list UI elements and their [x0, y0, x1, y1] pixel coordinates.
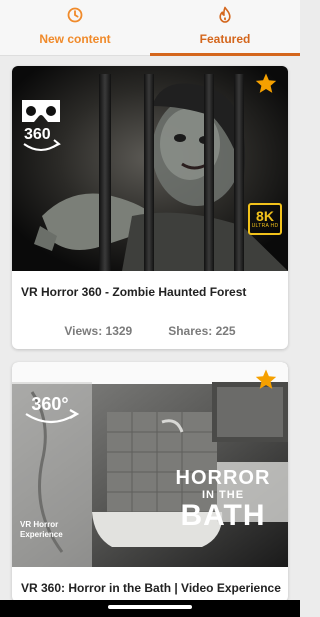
- tab-bar: New content Featured: [0, 0, 300, 56]
- poster-caption-line-1: VR Horror: [20, 520, 59, 529]
- vr-360-label: 360: [24, 126, 51, 143]
- flame-icon: [219, 6, 231, 23]
- poster-caption: VR Horror Experience: [20, 520, 63, 540]
- clock-icon: [67, 7, 83, 23]
- tab-featured[interactable]: Featured: [150, 0, 300, 56]
- poster-line-1: HORROR: [175, 467, 271, 489]
- badge-8k-label: 8K: [256, 207, 274, 224]
- video-card[interactable]: 360 8K ULTRA HD VR Horror 360 - Zombie H…: [12, 66, 288, 349]
- video-thumbnail[interactable]: 360° HORROR IN THE BATH VR Horror Experi…: [12, 362, 288, 567]
- poster-caption-line-2: Experience: [20, 530, 63, 539]
- vr-360-badge: 360: [18, 96, 64, 167]
- video-card[interactable]: 360° HORROR IN THE BATH VR Horror Experi…: [12, 362, 288, 602]
- tab-label: Featured: [199, 32, 251, 46]
- home-indicator[interactable]: [108, 605, 192, 609]
- featured-star-icon: [255, 369, 277, 389]
- poster-360-label: 360°: [31, 394, 68, 414]
- video-stats: Views: 1329 Shares: 225: [12, 324, 288, 338]
- video-thumbnail[interactable]: 360 8K ULTRA HD: [12, 66, 288, 271]
- views-count: Views: 1329: [64, 324, 133, 338]
- system-navigation-bar: [0, 600, 300, 617]
- poster-title: HORROR IN THE BATH: [168, 467, 278, 531]
- featured-star-icon: [255, 73, 277, 93]
- badge-8k-sublabel: ULTRA HD: [251, 222, 279, 229]
- shares-count: Shares: 225: [168, 324, 236, 338]
- tab-label: New content: [39, 32, 111, 46]
- poster-line-3: BATH: [180, 499, 266, 532]
- tab-new-content[interactable]: New content: [0, 0, 150, 55]
- video-title[interactable]: VR Horror 360 - Zombie Haunted Forest: [12, 271, 288, 299]
- video-title[interactable]: VR 360: Horror in the Bath | Video Exper…: [12, 567, 288, 595]
- 360-rotate-icon: 360°: [25, 394, 80, 424]
- ultra-hd-8k-badge: 8K ULTRA HD: [248, 203, 282, 235]
